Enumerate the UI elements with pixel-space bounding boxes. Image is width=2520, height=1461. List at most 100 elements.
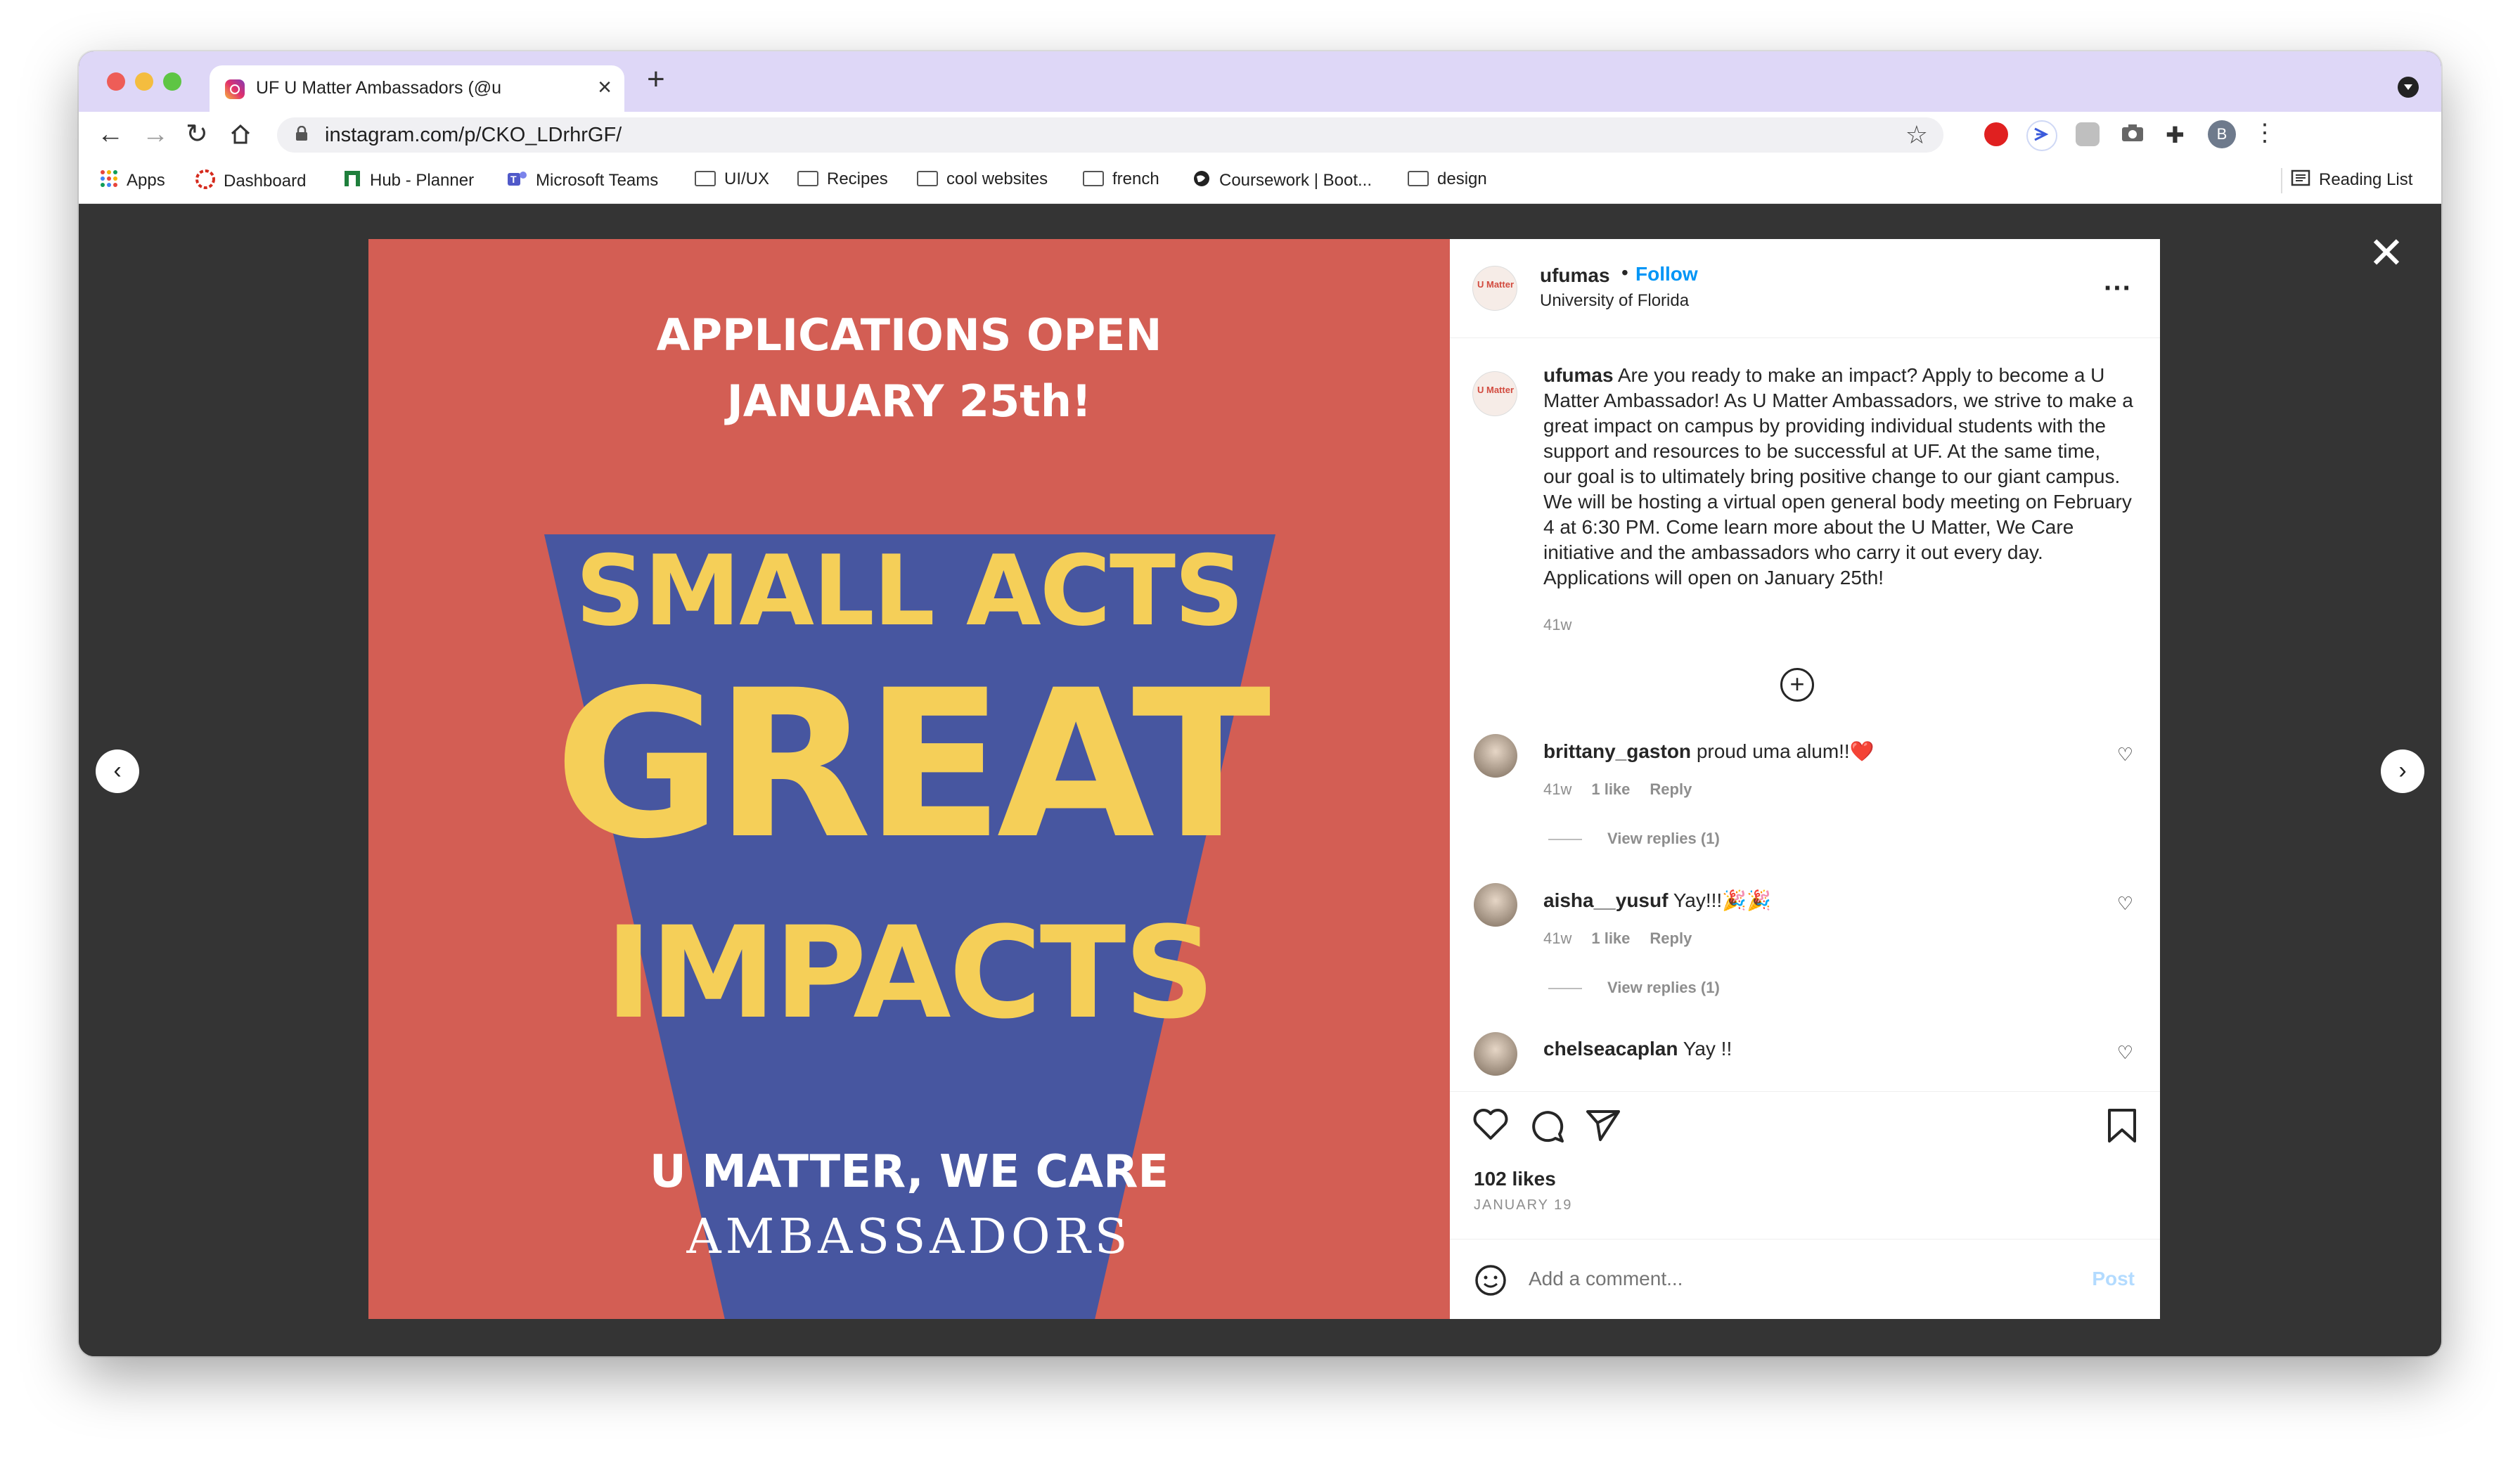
poster-great: GREAT <box>554 647 1271 884</box>
heart-icon[interactable] <box>1472 1107 1509 1141</box>
post-username[interactable]: ufumas <box>1540 264 1610 287</box>
bookmarks-divider <box>2281 168 2282 193</box>
teams-icon: T <box>506 169 527 193</box>
send-extension-icon[interactable] <box>2026 120 2057 151</box>
avatar[interactable] <box>1474 1032 1517 1076</box>
comment-input[interactable] <box>1527 1261 2050 1297</box>
bookmark-design[interactable]: design <box>1408 169 1487 189</box>
forward-icon[interactable]: → <box>142 119 169 150</box>
reload-icon[interactable]: ↻ <box>186 119 208 150</box>
add-comment-bar: Post <box>1450 1239 2160 1320</box>
bookmark-recipes[interactable]: Recipes <box>797 169 888 189</box>
maximize-window-button[interactable] <box>163 72 181 91</box>
comment-likes[interactable]: 1 like <box>1591 929 1630 947</box>
comment-username[interactable]: brittany_gaston <box>1543 740 1691 762</box>
post-image[interactable]: APPLICATIONS OPEN JANUARY 25th! SMALL AC… <box>368 239 1450 1319</box>
close-window-button[interactable] <box>107 72 125 91</box>
new-tab-button[interactable]: + <box>647 64 665 95</box>
likes-count[interactable]: 102 likes <box>1474 1168 1556 1190</box>
comment-icon[interactable] <box>1529 1107 1565 1144</box>
bookmark-french[interactable]: french <box>1083 169 1159 189</box>
reply-button[interactable]: Reply <box>1650 929 1692 947</box>
caption-text: Are you ready to make an impact? Apply t… <box>1543 364 2133 588</box>
avatar[interactable]: U Matter <box>1472 266 1517 311</box>
bookmark-star-icon[interactable]: ☆ <box>1905 120 1928 150</box>
reply-button[interactable]: Reply <box>1650 780 1692 798</box>
comment-time[interactable]: 41w <box>1543 929 1571 947</box>
apps-grid-icon <box>100 169 118 193</box>
follow-button[interactable]: Follow <box>1635 263 1698 285</box>
post-side-panel: U Matter ufumas • Follow University of F… <box>1450 239 2160 1319</box>
folder-icon <box>1083 170 1104 186</box>
bookmark-label: UI/UX <box>724 169 770 188</box>
comment-time[interactable]: 41w <box>1543 780 1571 798</box>
comment-text: chelseacaplan Yay !! <box>1543 1038 2078 1060</box>
minimize-window-button[interactable] <box>135 72 153 91</box>
post-comment-button[interactable]: Post <box>2092 1268 2135 1290</box>
avatar[interactable]: U Matter <box>1472 371 1517 416</box>
emoji-icon[interactable] <box>1474 1263 1508 1297</box>
comment-meta: 41w 1 like Reply <box>1543 780 1711 799</box>
bookmark-coursework[interactable]: Coursework | Boot... <box>1192 169 1372 193</box>
address-bar[interactable]: instagram.com/p/CKO_LDrhrGF/ ☆ <box>277 117 1943 153</box>
load-more-comments-icon[interactable]: + <box>1780 668 1814 702</box>
bookmark-label: Dashboard <box>224 171 307 191</box>
comment-body: Yay!!!🎉🎉 <box>1673 889 1771 911</box>
like-comment-heart-icon[interactable]: ♡ <box>2117 893 2133 915</box>
tab-title: UF U Matter Ambassadors (@u <box>256 78 502 98</box>
bookmark-microsoft-teams[interactable]: T Microsoft Teams <box>506 169 658 193</box>
comment-likes[interactable]: 1 like <box>1591 780 1630 798</box>
bookmark-hub-planner[interactable]: Hub - Planner <box>343 169 474 193</box>
poster-line: APPLICATIONS OPEN <box>656 309 1162 361</box>
extension-icon[interactable] <box>2076 122 2100 146</box>
bookmark-dashboard[interactable]: Dashboard <box>195 169 306 194</box>
view-replies-button[interactable]: View replies (1) <box>1548 830 1720 848</box>
poster-ambassadors: AMBASSADORS <box>686 1209 1132 1265</box>
more-options-icon[interactable]: ··· <box>2104 273 2132 304</box>
save-bookmark-icon[interactable] <box>2105 1107 2139 1144</box>
caption-username[interactable]: ufumas <box>1543 364 1614 386</box>
bookmark-label: cool websites <box>946 169 1048 188</box>
bookmark-ui-ux[interactable]: UI/UX <box>695 169 769 189</box>
comment-text: brittany_gaston proud uma alum!!❤️ <box>1543 740 2078 763</box>
puzzle-extensions-icon[interactable]: ✚ <box>2166 122 2194 150</box>
bookmark-label: Microsoft Teams <box>536 170 659 190</box>
reading-list-button[interactable]: Reading List <box>2291 169 2412 191</box>
post-header: U Matter ufumas • Follow University of F… <box>1450 239 2160 338</box>
post-actions: 102 likes JANUARY 19 <box>1450 1091 2160 1240</box>
poster-line: JANUARY 25th! <box>726 375 1092 427</box>
home-icon[interactable] <box>229 119 252 153</box>
canvas-icon <box>195 169 215 194</box>
post-location[interactable]: University of Florida <box>1540 291 1689 311</box>
browser-menu-icon[interactable]: ⋮ <box>2253 119 2281 147</box>
avatar[interactable] <box>1474 883 1517 927</box>
folder-icon <box>917 170 938 186</box>
folder-icon <box>1408 170 1429 186</box>
back-icon[interactable]: ← <box>97 119 124 150</box>
camera-icon[interactable] <box>2121 123 2149 151</box>
like-comment-heart-icon[interactable]: ♡ <box>2117 744 2133 766</box>
comment-username[interactable]: aisha__yusuf <box>1543 889 1668 911</box>
instagram-icon <box>225 79 245 99</box>
close-icon[interactable]: ✕ <box>2368 232 2405 276</box>
bookmark-apps[interactable]: Apps <box>100 169 165 193</box>
view-replies-button[interactable]: View replies (1) <box>1548 979 1720 997</box>
tab-search-button[interactable] <box>2398 77 2419 98</box>
browser-window: UF U Matter Ambassadors (@u × + ← → ↻ in… <box>79 51 2441 1356</box>
previous-post-button[interactable]: ‹ <box>96 749 139 793</box>
bookmark-cool-websites[interactable]: cool websites <box>917 169 1048 189</box>
opera-extension-icon[interactable] <box>1984 122 2008 146</box>
comments-scroll-area[interactable]: U Matter ufumas Are you ready to make an… <box>1450 337 2160 1091</box>
share-icon[interactable] <box>1585 1107 1621 1144</box>
avatar[interactable] <box>1474 734 1517 778</box>
next-post-button[interactable]: › <box>2381 749 2424 793</box>
caption-timestamp[interactable]: 41w <box>1543 616 1571 634</box>
profile-avatar[interactable]: B <box>2208 120 2236 148</box>
browser-toolbar: ← → ↻ instagram.com/p/CKO_LDrhrGF/ ☆ ✚ B… <box>79 112 2441 158</box>
separator-dot: • <box>1621 262 1628 283</box>
comment-username[interactable]: chelseacaplan <box>1543 1038 1678 1060</box>
close-tab-icon[interactable]: × <box>598 74 612 101</box>
instagram-modal-overlay: ✕ ‹ › APPLICATIONS OPEN JANUARY 25th! SM… <box>79 204 2441 1356</box>
browser-tab[interactable]: UF U Matter Ambassadors (@u × <box>210 65 624 112</box>
like-comment-heart-icon[interactable]: ♡ <box>2117 1042 2133 1064</box>
